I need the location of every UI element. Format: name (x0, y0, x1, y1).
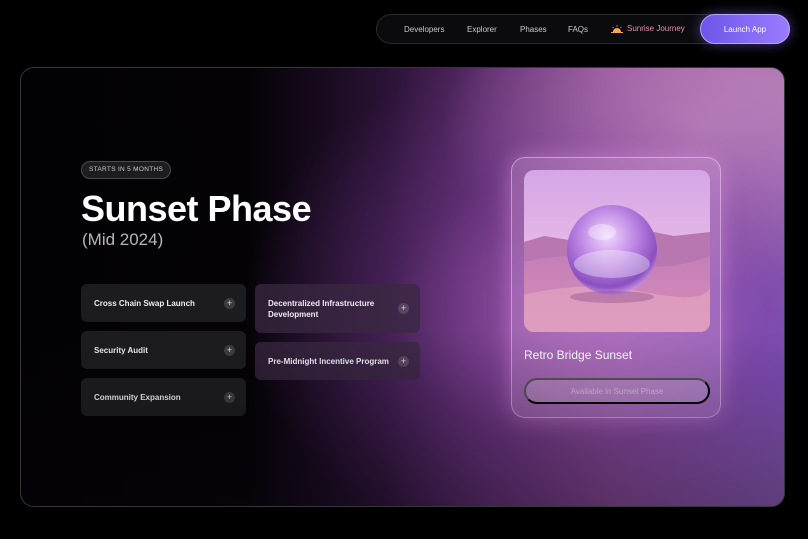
milestone-item-decentralized-infrastructure[interactable]: Decentralized Infrastructure Development… (255, 284, 420, 333)
milestone-label: Security Audit (94, 345, 148, 355)
nav-link-explorer[interactable]: Explorer (467, 25, 497, 34)
nav-link-sunrise-journey[interactable]: Sunrise Journey (611, 24, 685, 33)
plus-icon: + (398, 355, 409, 367)
nft-title: Retro Bridge Sunset (524, 348, 633, 362)
milestone-item-security-audit[interactable]: Security Audit + (81, 331, 246, 369)
nft-card: Retro Bridge Sunset Available in Sunset … (511, 157, 721, 418)
plus-icon: + (398, 303, 409, 314)
milestone-item-cross-chain-swap[interactable]: Cross Chain Swap Launch + (81, 284, 246, 322)
phase-hero-card: STARTS IN 5 MONTHS Sunset Phase (Mid 202… (20, 67, 785, 507)
available-in-sunset-phase-button[interactable]: Available in Sunset Phase (524, 378, 710, 404)
milestone-label: Community Expansion (94, 392, 181, 402)
nft-image (524, 170, 710, 332)
nav-link-faqs[interactable]: FAQs (568, 25, 588, 34)
plus-icon: + (224, 297, 235, 309)
launch-app-button[interactable]: Launch App (700, 14, 790, 44)
milestone-label: Pre-Midnight Incentive Program (268, 356, 389, 366)
phase-date: (Mid 2024) (82, 230, 164, 249)
milestone-item-pre-midnight-incentive[interactable]: Pre-Midnight Incentive Program + (255, 342, 420, 380)
page-title: Sunset Phase (81, 188, 312, 229)
sphere-desert-illustration (524, 170, 710, 332)
milestone-item-community-expansion[interactable]: Community Expansion + (81, 378, 246, 416)
plus-icon: + (224, 391, 235, 403)
nav-journey-label: Sunrise Journey (627, 24, 685, 33)
milestone-label: Cross Chain Swap Launch (94, 298, 195, 308)
plus-icon: + (224, 344, 235, 356)
nav-link-developers[interactable]: Developers (404, 25, 444, 34)
sunrise-icon (611, 24, 623, 33)
starts-in-badge: STARTS IN 5 MONTHS (81, 161, 172, 179)
nav-link-phases[interactable]: Phases (520, 25, 547, 34)
top-nav: Developers Explorer Phases FAQs Sunrise … (376, 14, 790, 44)
milestone-label: Decentralized Infrastructure Development (268, 298, 375, 319)
